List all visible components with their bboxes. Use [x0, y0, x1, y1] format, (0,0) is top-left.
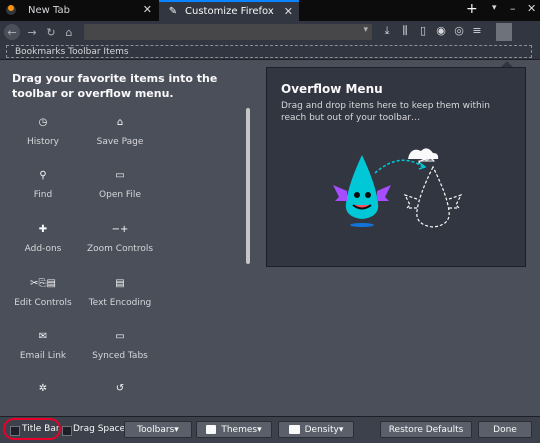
- palette-item-label: Synced Tabs: [92, 351, 148, 361]
- close-tab-icon[interactable]: ✕: [284, 5, 293, 18]
- library-icon[interactable]: ⫼: [398, 24, 412, 38]
- paintbrush-icon: ✎: [168, 6, 178, 17]
- folder-icon: ⌂: [116, 117, 124, 128]
- menu-icon[interactable]: ≡: [470, 24, 484, 37]
- palette-item-label: Save Page: [96, 137, 144, 147]
- account-icon[interactable]: ◉: [434, 24, 448, 37]
- extension-icon[interactable]: ◎: [452, 24, 466, 37]
- palette-item-label: Edit Controls: [14, 298, 72, 308]
- gear-icon: ✲: [38, 383, 48, 394]
- history-icon: ↺: [115, 383, 125, 394]
- title-bar-highlight-annotation: [3, 418, 61, 440]
- palette-item-synced-tabs[interactable]: ▭ Synced Tabs: [80, 331, 160, 361]
- palette-item-save-page[interactable]: ⌂ Save Page: [80, 117, 160, 147]
- palette-item-history-restore[interactable]: ↺: [80, 383, 160, 403]
- forward-arrow-icon[interactable]: →: [24, 24, 40, 40]
- done-button[interactable]: Done: [478, 421, 532, 438]
- bookmarks-toolbar: Bookmarks Toolbar Items: [0, 43, 540, 60]
- palette-item-zoom-controls[interactable]: −+ Zoom Controls: [80, 224, 160, 254]
- palette-item-find[interactable]: ⚲ Find: [3, 170, 83, 200]
- tab-list-chevron-icon[interactable]: ▾: [492, 3, 497, 13]
- chevron-down-icon: ▾: [338, 424, 344, 435]
- drag-space-label: Drag Space: [73, 424, 126, 434]
- home-icon[interactable]: ⌂: [61, 24, 77, 40]
- flexible-space[interactable]: [496, 23, 512, 41]
- drag-space-checkbox[interactable]: [62, 426, 72, 436]
- url-bar[interactable]: ▾: [84, 24, 372, 40]
- palette-item-history[interactable]: ◷ History: [3, 117, 83, 147]
- tab-new-tab[interactable]: New Tab ✕: [0, 0, 158, 21]
- reload-icon[interactable]: ↻: [43, 24, 59, 40]
- palette-item-preferences[interactable]: ✲: [3, 383, 83, 403]
- themes-button[interactable]: Themes ▾: [196, 421, 272, 438]
- themes-label: Themes: [221, 424, 258, 435]
- restore-defaults-button[interactable]: Restore Defaults: [380, 421, 472, 438]
- restore-defaults-label: Restore Defaults: [388, 424, 464, 435]
- navigation-toolbar: ← → ↻ ⌂ ▾ ⤓ ⫼ ▯ ◉ ◎ ≡: [0, 21, 540, 43]
- tab-label: New Tab: [28, 5, 70, 16]
- palette-item-label: Open File: [99, 190, 141, 200]
- bookmarks-toolbar-label: Bookmarks Toolbar Items: [15, 47, 129, 57]
- new-tab-plus-icon[interactable]: +: [466, 1, 478, 17]
- close-window-icon[interactable]: ✕: [527, 2, 536, 15]
- palette-title: Drag your favorite items into the toolba…: [12, 72, 218, 100]
- url-dropdown-icon[interactable]: ▾: [363, 25, 368, 35]
- clock-icon: ◷: [38, 117, 48, 128]
- minimize-icon[interactable]: –: [510, 2, 516, 15]
- tab-customize-firefox[interactable]: ✎ Customize Firefox ✕: [159, 0, 299, 21]
- palette-item-label: Email Link: [19, 351, 67, 361]
- density-label: Density: [304, 424, 339, 435]
- puzzle-icon: ✚: [38, 224, 48, 235]
- palette-item-label: Find: [33, 190, 53, 200]
- bookmarks-toolbar-items[interactable]: Bookmarks Toolbar Items: [6, 45, 532, 58]
- tab-strip: New Tab ✕ ✎ Customize Firefox ✕ + ▾ – ✕: [0, 0, 540, 21]
- laptop-icon: ▭: [115, 331, 125, 342]
- toolbars-label: Toolbars: [137, 424, 175, 435]
- palette-item-label: Zoom Controls: [86, 244, 154, 254]
- close-tab-icon[interactable]: ✕: [143, 3, 152, 16]
- scissors-icon: ✂⎘▤: [30, 278, 56, 289]
- customize-footer: Title Bar Drag Space Toolbars ▾ Themes ▾ D…: [0, 416, 540, 443]
- tab-label: Customize Firefox: [185, 6, 274, 17]
- search-icon: ⚲: [39, 170, 47, 181]
- palette-item-add-ons[interactable]: ✚ Add-ons: [3, 224, 83, 254]
- download-icon[interactable]: ⤓: [380, 24, 394, 38]
- overflow-illustration-icon: [333, 148, 463, 228]
- density-icon: [288, 425, 300, 434]
- open-file-icon: ▭: [115, 170, 125, 181]
- palette-scrollbar[interactable]: [246, 108, 250, 264]
- firefox-flame-icon: [8, 5, 14, 11]
- envelope-icon: ✉: [38, 331, 48, 342]
- text-encoding-icon: ▤: [115, 278, 125, 289]
- palette-item-label: Add-ons: [24, 244, 62, 254]
- density-button[interactable]: Density ▾: [278, 421, 354, 438]
- palette-item-label: Text Encoding: [88, 298, 152, 308]
- overflow-menu-panel[interactable]: Overflow Menu Drag and drop items here t…: [266, 67, 526, 267]
- toolbars-button[interactable]: Toolbars ▾: [124, 421, 192, 438]
- done-label: Done: [493, 424, 517, 435]
- chevron-down-icon: ▾: [257, 424, 262, 435]
- overflow-menu-description: Drag and drop items here to keep them wi…: [281, 101, 490, 123]
- palette-item-edit-controls[interactable]: ✂⎘▤ Edit Controls: [3, 278, 83, 308]
- zoom-icon: −+: [111, 224, 129, 235]
- overflow-menu-title: Overflow Menu: [281, 82, 383, 96]
- back-arrow-icon[interactable]: ←: [4, 24, 20, 40]
- theme-swatch-icon: [206, 425, 217, 434]
- palette-item-email-link[interactable]: ✉ Email Link: [3, 331, 83, 361]
- sidebar-icon[interactable]: ▯: [416, 24, 430, 37]
- palette-item-text-encoding[interactable]: ▤ Text Encoding: [80, 278, 160, 308]
- palette-item-open-file[interactable]: ▭ Open File: [80, 170, 160, 200]
- palette-item-label: History: [26, 137, 60, 147]
- chevron-down-icon: ▾: [174, 424, 179, 435]
